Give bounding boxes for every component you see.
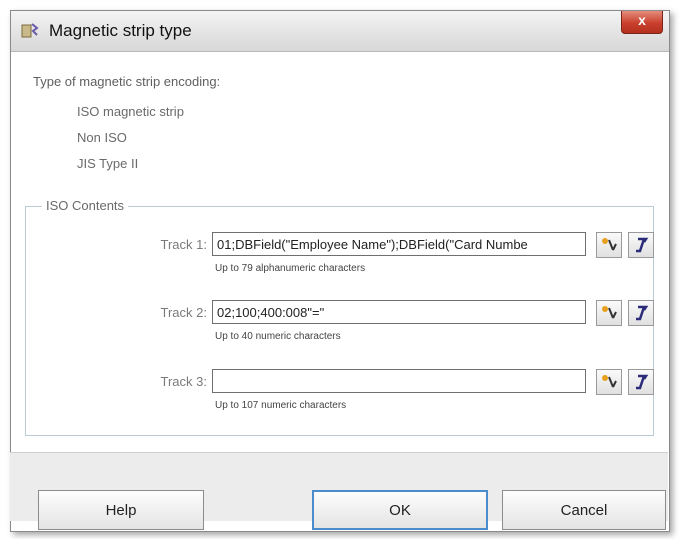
track-1-hint: Up to 79 alphanumeric characters: [215, 263, 366, 274]
track-3-hint: Up to 107 numeric characters: [215, 400, 347, 411]
insert-field-icon: [602, 306, 617, 319]
option-non-iso[interactable]: Non ISO: [77, 130, 127, 145]
track-2-insert-field-button[interactable]: [596, 300, 622, 326]
option-iso-magnetic-strip[interactable]: ISO magnetic strip: [77, 104, 184, 119]
track-2-input[interactable]: [212, 300, 586, 324]
iso-contents-legend: ISO Contents: [42, 198, 129, 213]
formula-icon: [636, 374, 649, 390]
encoding-type-label: Type of magnetic strip encoding:: [33, 74, 221, 89]
formula-icon: [636, 237, 649, 253]
magnetic-card-icon: [21, 22, 39, 40]
track-2-hint: Up to 40 numeric characters: [215, 331, 341, 342]
track-2-formula-button[interactable]: [628, 300, 654, 326]
track-1-input[interactable]: [212, 232, 586, 256]
formula-icon: [636, 305, 649, 321]
track-1-insert-field-button[interactable]: [596, 232, 622, 258]
track-1-label: Track 1:: [160, 237, 207, 252]
track-1-formula-button[interactable]: [628, 232, 654, 258]
track-3-formula-button[interactable]: [628, 369, 654, 395]
insert-field-icon: [602, 238, 617, 251]
track-2-label: Track 2:: [160, 305, 207, 320]
track-3-label: Track 3:: [160, 374, 207, 389]
track-3-input[interactable]: [212, 369, 586, 393]
close-button[interactable]: x: [621, 11, 663, 34]
cancel-button[interactable]: Cancel: [502, 490, 666, 530]
ok-button[interactable]: OK: [312, 490, 488, 530]
window-title: Magnetic strip type: [49, 21, 192, 40]
insert-field-icon: [602, 375, 617, 388]
close-icon: x: [638, 12, 646, 28]
track-3-insert-field-button[interactable]: [596, 369, 622, 395]
option-jis-type-ii[interactable]: JIS Type II: [77, 156, 138, 171]
title-bar: Magnetic strip type x: [11, 11, 669, 52]
help-button[interactable]: Help: [38, 490, 204, 530]
